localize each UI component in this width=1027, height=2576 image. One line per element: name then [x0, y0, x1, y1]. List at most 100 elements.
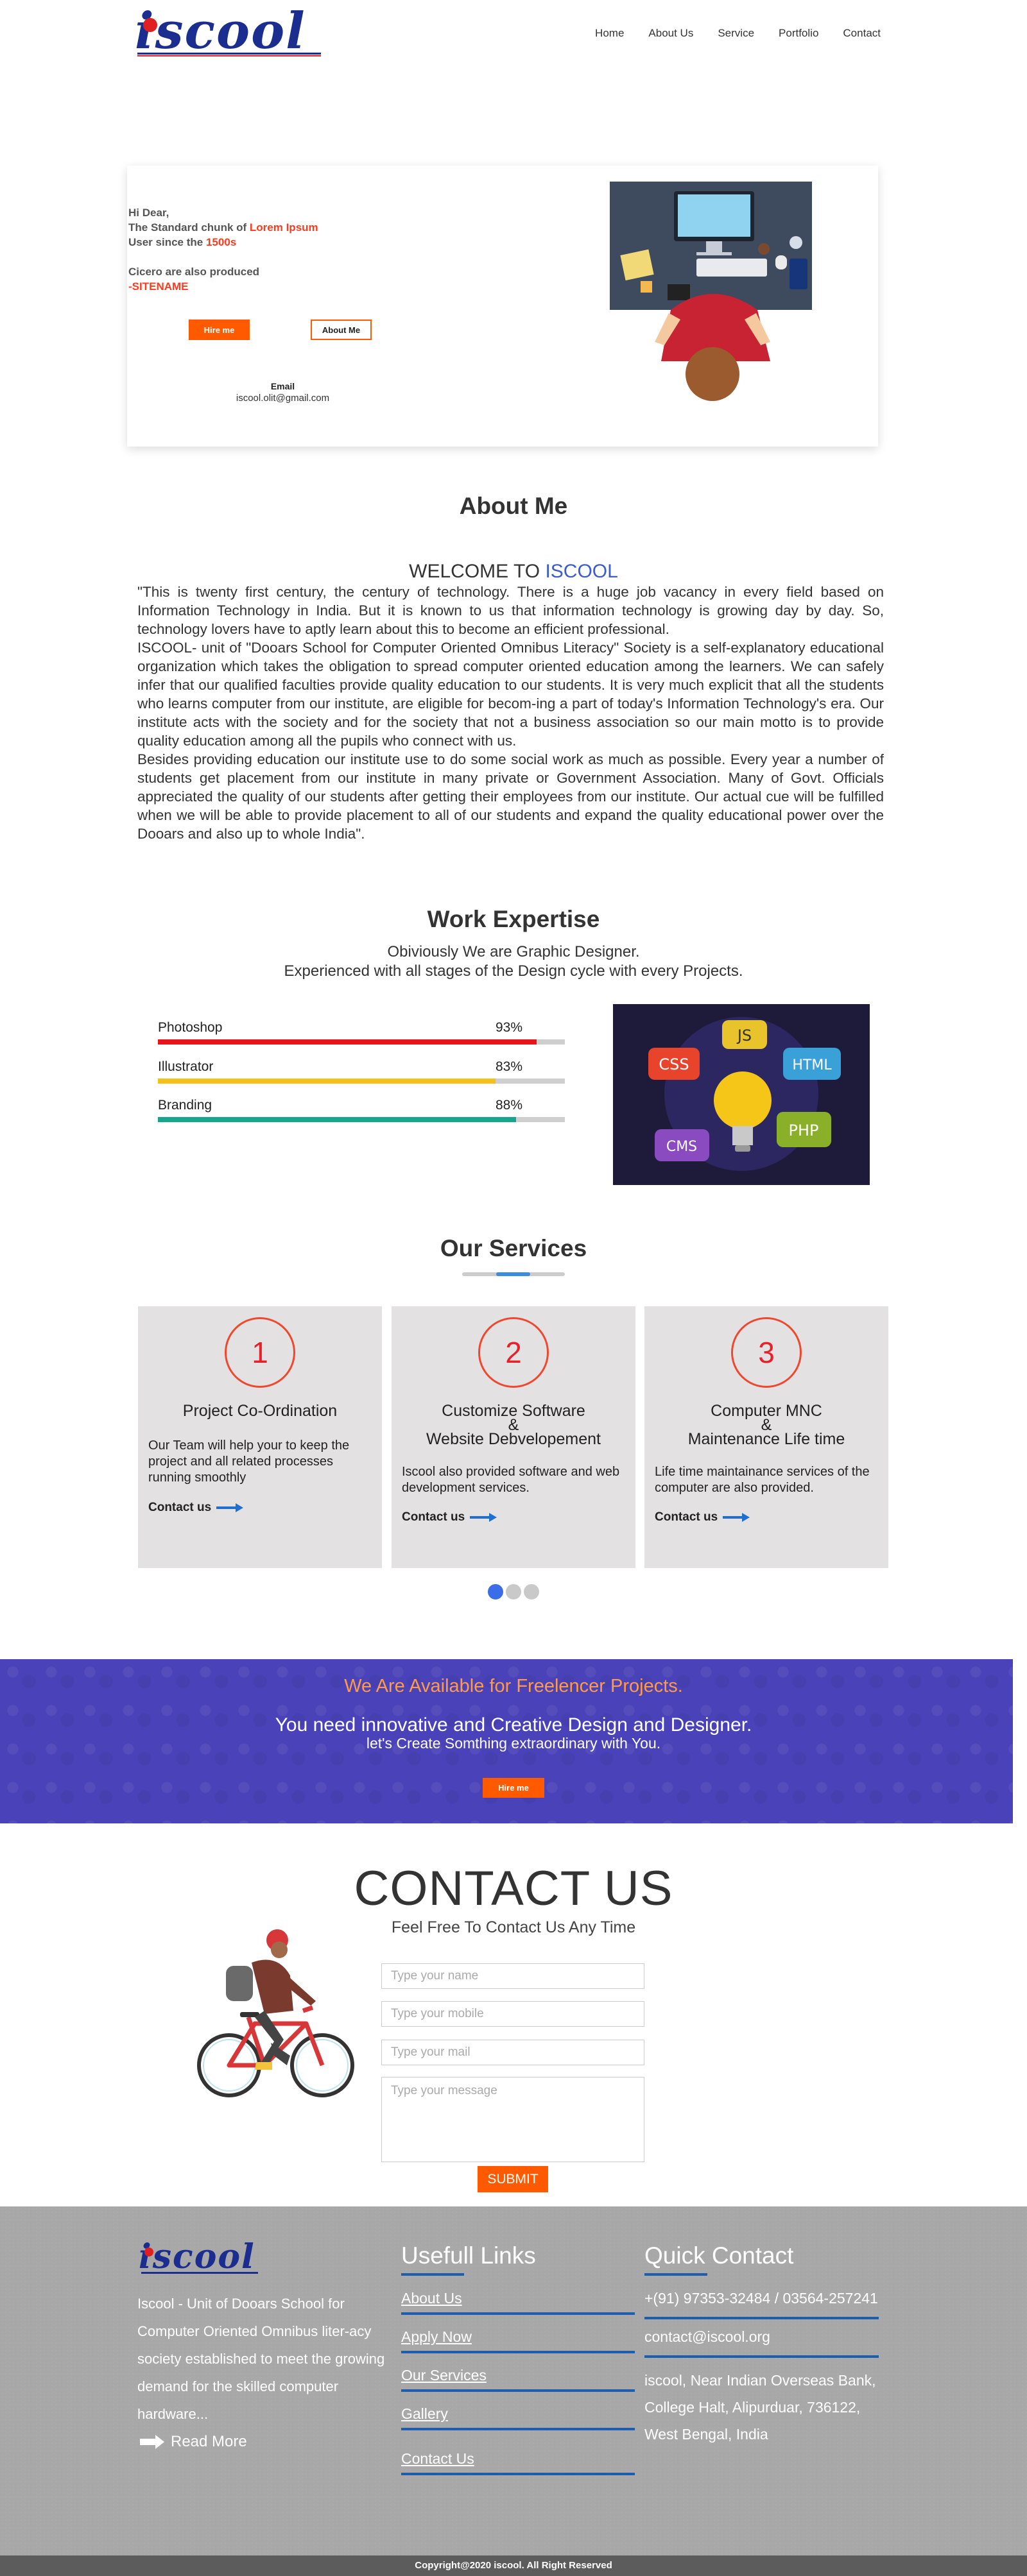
carousel-dot-1[interactable] [488, 1584, 503, 1599]
skill-photoshop: Photoshop 93% [158, 1020, 565, 1045]
hero-line-1-prefix: The Standard chunk of [128, 221, 250, 234]
service-card-3: 3 Computer MNC & Maintenance Life time L… [644, 1306, 888, 1568]
service-title-line-3: Maintenance Life time [687, 1430, 845, 1448]
service-description: Life time maintainance services of the c… [655, 1465, 870, 1495]
site-logo[interactable]: iscool [135, 5, 322, 58]
logo-underline-red [137, 55, 321, 56]
message-textarea[interactable] [381, 2077, 644, 2162]
service-description: Our Team will help your to keep the proj… [148, 1438, 350, 1485]
email-label: Email [270, 381, 295, 391]
banner-line-2: let's Create Somthing extraordinary with… [366, 1735, 661, 1752]
footer-link-gallery[interactable]: Gallery [401, 2405, 635, 2430]
cms-bubble: CMS [655, 1129, 709, 1161]
site-footer: iscool Iscool - Unit of Dooars School fo… [0, 2206, 1027, 2555]
hero-line-1: The Standard chunk of Lorem Ipsum [128, 220, 318, 235]
js-bubble: JS [722, 1020, 767, 1049]
skill-fill [158, 1079, 496, 1084]
name-input[interactable] [381, 1963, 644, 1989]
copyright-bar: Copyright@2020 iscool. All Right Reserve… [0, 2555, 1027, 2576]
skill-track [158, 1039, 565, 1045]
services-divider-accent [496, 1272, 530, 1276]
php-label: PHP [789, 1122, 819, 1139]
hero-card: Hi Dear, The Standard chunk of Lorem Ips… [127, 166, 878, 447]
footer-link-contact-us[interactable]: Contact Us [401, 2450, 635, 2475]
banner-hire-button[interactable]: Hire me [483, 1778, 544, 1798]
banner-line-1: You need innovative and Creative Design … [275, 1714, 752, 1736]
welcome-brand: ISCOOL [545, 561, 618, 582]
read-more-link[interactable]: Read More [139, 2433, 247, 2451]
skill-track [158, 1117, 565, 1122]
hire-me-button[interactable]: Hire me [189, 320, 250, 340]
skill-illustrator: Illustrator 83% [158, 1059, 565, 1084]
contact-subtitle: Feel Free To Contact Us Any Time [391, 1918, 636, 1936]
service-card-2: 2 Customize Software & Website Debvelope… [392, 1306, 635, 1568]
skill-fill [158, 1117, 516, 1122]
quick-contact-underline [644, 2273, 707, 2276]
service-contact-link[interactable]: Contact us [655, 1510, 750, 1524]
footer-phone[interactable]: +(91) 97353-32484 / 03564-257241 [644, 2290, 879, 2307]
html-label: HTML [792, 1057, 832, 1073]
expertise-title: Work Expertise [427, 906, 600, 932]
nav-about-us[interactable]: About Us [648, 27, 693, 40]
hero-intro: Hi Dear, The Standard chunk of Lorem Ips… [128, 205, 318, 294]
mobile-input[interactable] [381, 2001, 644, 2027]
service-title: Project Co-Ordination [182, 1402, 338, 1420]
logo-dot [143, 18, 157, 32]
footer-link-apply-now[interactable]: Apply Now [401, 2328, 635, 2353]
cyclist-illustration [197, 1929, 354, 2097]
nav-portfolio[interactable]: Portfolio [779, 27, 818, 40]
skill-track [158, 1079, 565, 1084]
nav-contact[interactable]: Contact [843, 27, 881, 40]
expertise-subtitle-1: Obiviously We are Graphic Designer. [387, 943, 640, 960]
expertise-subtitle-2: Experienced with all stages of the Desig… [284, 962, 743, 980]
hero-line-1-highlight: Lorem Ipsum [249, 221, 318, 234]
banner-heading: We Are Available for Freelencer Projects… [344, 1676, 683, 1696]
nav-service[interactable]: Service [718, 27, 754, 40]
footer-link-about-us[interactable]: About Us [401, 2290, 635, 2315]
web-technology-illustration: CSS JS HTML CMS PHP [613, 1004, 870, 1185]
footer-phone-divider [644, 2317, 879, 2319]
service-contact-link[interactable]: Contact us [402, 1510, 497, 1524]
service-contact-link[interactable]: Contact us [148, 1501, 244, 1515]
developer-illustration [610, 182, 812, 401]
hero-line-2-prefix: User since the [128, 236, 206, 248]
footer-email-divider [644, 2355, 879, 2358]
hero-line-2: User since the 1500s [128, 235, 318, 250]
hero-line-3: Cicero are also produced [128, 266, 260, 278]
skill-percent: 88% [495, 1098, 522, 1113]
footer-email[interactable]: contact@iscool.org [644, 2328, 879, 2346]
footer-logo[interactable]: iscool [139, 2240, 258, 2274]
read-more-label: Read More [171, 2433, 247, 2450]
arrow-right-icon [470, 1513, 497, 1522]
service-number: 2 [478, 1317, 549, 1388]
email-value[interactable]: iscool.olit@gmail.com [223, 393, 342, 404]
nav-home[interactable]: Home [595, 27, 624, 40]
about-me-button[interactable]: About Me [311, 320, 372, 340]
main-nav: Home About Us Service Portfolio Contact [595, 27, 881, 40]
service-title-line-3: Website Debvelopement [426, 1430, 601, 1448]
css-bubble: CSS [648, 1048, 700, 1080]
service-description: Iscool also provided software and web de… [402, 1465, 620, 1495]
skill-name: Illustrator [158, 1059, 214, 1074]
skill-percent: 83% [495, 1059, 522, 1074]
quick-contact-title: Quick Contact [644, 2242, 794, 2269]
hero-line-2-highlight: 1500s [205, 236, 237, 248]
php-bubble: PHP [777, 1112, 831, 1147]
skill-branding: Branding 88% [158, 1098, 565, 1122]
skill-name: Photoshop [158, 1020, 223, 1035]
carousel-dot-3[interactable] [524, 1584, 539, 1599]
carousel-dot-2[interactable] [506, 1584, 521, 1599]
hero-spacer [128, 250, 318, 264]
submit-button[interactable]: SUBMIT [478, 2166, 548, 2192]
contact-title: CONTACT US [354, 1861, 673, 1916]
hero-greeting: Hi Dear, [128, 207, 169, 219]
css-label: CSS [659, 1055, 689, 1073]
email-input[interactable] [381, 2040, 644, 2065]
html-bubble: HTML [783, 1048, 841, 1080]
footer-link-our-services[interactable]: Our Services [401, 2367, 635, 2392]
services-title: Our Services [440, 1235, 587, 1261]
service-contact-label: Contact us [655, 1510, 718, 1524]
service-number: 3 [731, 1317, 802, 1388]
freelance-banner: We Are Available for Freelencer Projects… [0, 1659, 1013, 1823]
service-contact-label: Contact us [148, 1501, 212, 1514]
